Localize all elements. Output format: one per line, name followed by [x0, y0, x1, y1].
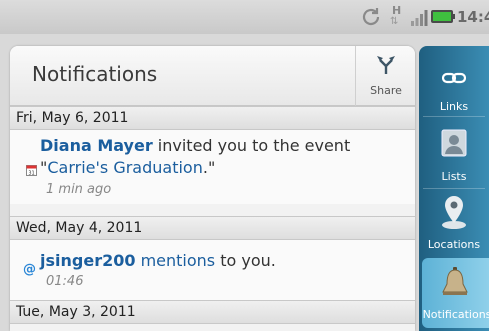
- share-button[interactable]: Share: [355, 46, 415, 106]
- date-header: Fri, May 6, 2011: [10, 106, 415, 130]
- signal-icon: [411, 10, 428, 26]
- tab-locations[interactable]: Locations: [419, 190, 489, 260]
- sync-icon: [362, 8, 380, 26]
- tab-notifications[interactable]: Notifications: [422, 258, 489, 328]
- status-bar: H ⇅ 14:43: [0, 0, 489, 34]
- notification-item[interactable]: Diana Mayer invited you to the event 31 …: [10, 130, 415, 204]
- notification-time: 1 min ago: [46, 182, 112, 197]
- share-icon: [377, 56, 395, 74]
- tab-divider: [423, 116, 485, 117]
- at-icon: @: [23, 262, 36, 277]
- map-pin-icon: [442, 196, 466, 229]
- page-title: Notifications: [32, 62, 158, 86]
- tab-label: Notifications: [422, 308, 489, 321]
- tab-label: Locations: [427, 238, 481, 251]
- battery-icon: [431, 10, 455, 23]
- tab-lists[interactable]: Lists: [419, 118, 489, 188]
- notification-item[interactable]: @ jsinger200 mentions to you. 01:46: [10, 240, 415, 300]
- event-line: "Carrie's Graduation.": [40, 158, 216, 177]
- date-header: Tue, May 3, 2011: [10, 300, 415, 324]
- tab-bar: Links Lists Locations Notifications: [419, 46, 489, 331]
- contact-name[interactable]: jsinger200: [40, 251, 135, 270]
- calendar-icon: 31: [26, 165, 37, 176]
- data-activity-icon: H ⇅: [390, 4, 402, 27]
- notifications-panel: Notifications Share Fri, May 6, 2011 Dia…: [10, 46, 415, 331]
- notification-text: Diana Mayer invited you to the event: [40, 136, 351, 155]
- contact-name[interactable]: Diana Mayer: [40, 136, 153, 155]
- link-icon: [442, 72, 466, 84]
- notification-text: jsinger200 mentions to you.: [40, 251, 276, 270]
- status-time: 14:43: [457, 8, 489, 26]
- contact-card-icon: [441, 129, 467, 157]
- tab-label: Links: [439, 100, 469, 113]
- panel-header: Notifications Share: [10, 46, 415, 106]
- tab-links[interactable]: Links: [419, 46, 489, 116]
- notification-time: 01:46: [46, 274, 84, 289]
- svg-text:31: 31: [28, 171, 34, 177]
- tab-label: Lists: [441, 170, 467, 183]
- event-link[interactable]: Carrie's Graduation: [47, 158, 203, 177]
- tab-divider: [423, 188, 485, 189]
- mentions-link[interactable]: mentions: [135, 251, 216, 270]
- share-label: Share: [370, 84, 402, 97]
- date-header: Wed, May 4, 2011: [10, 216, 415, 240]
- bell-icon: [442, 267, 468, 295]
